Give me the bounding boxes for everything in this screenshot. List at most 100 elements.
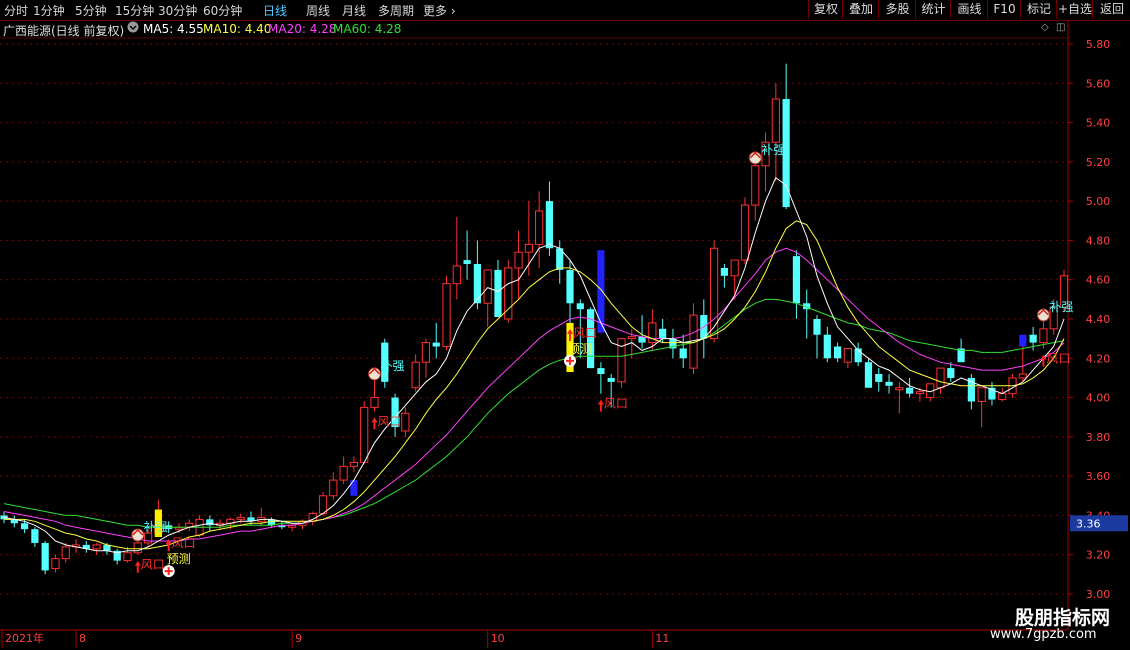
candle-body-down [607,377,615,382]
signal-bu-label: 补强 [380,359,404,373]
candle-body-down [813,319,821,335]
candle-body-down [566,269,574,304]
candle-body-down [206,519,214,526]
candle-body-up [339,465,348,481]
candle-body-up [452,265,461,285]
candle-body-up [535,210,544,245]
x-tick-label: 2021年 [5,631,44,645]
x-tick-label: 8 [79,632,86,645]
y-tick-label: 4.80 [1086,234,1111,247]
candle-body-up [92,544,101,550]
candle-body-up [1039,328,1048,344]
y-tick-label: 4.20 [1086,352,1111,365]
candle-body-down [432,342,440,347]
candle-body-up [360,406,369,463]
candle-body-down [20,523,29,530]
candle-body-down [720,267,728,276]
ma60-line [3,298,1065,528]
candle-body-down [545,201,554,249]
signal-yu-label: 预测 [167,552,191,566]
candle-body-up [51,558,60,569]
y-tick-label: 3.80 [1086,431,1111,444]
candle-body-down [576,303,584,310]
candle-body-down [41,542,49,571]
candle-body-up [483,269,492,304]
y-tick-label: 5.00 [1086,195,1111,208]
candle-body-down [473,264,481,304]
candle-body-up [915,391,925,395]
candle-body-down [947,368,955,378]
candle-body-down [1029,334,1037,343]
ma20-line [3,247,1065,542]
signal-feng-label: 风口 [1046,351,1070,365]
highlight-bar [597,250,605,333]
watermark-title: 股朋指标网 [1015,607,1111,629]
candle-body-up [843,347,852,363]
candle-body-down [864,362,873,388]
candle-body-up [349,461,359,467]
candle-body-up [524,243,533,253]
x-tick-label: 11 [655,632,669,645]
signal-feng-label: 风口 [141,558,165,572]
signal-feng-label: 风口 [604,397,628,411]
candle-body-down [875,374,883,382]
candle-body-up [318,495,328,514]
candle-body-down [494,269,502,318]
candle-body-down [823,334,831,359]
candle-body-up [730,259,739,277]
candle-body-up [1018,373,1027,379]
highlight-bar [350,480,358,496]
y-tick-label: 3.00 [1086,588,1111,601]
candle-body-up [401,412,410,432]
candle-body-up [936,367,945,389]
candle-body-down [597,368,605,374]
signal-bu-label: 补强 [144,520,168,534]
candle-body-down [833,346,842,359]
signal-feng-label: 风口 [377,414,401,428]
signal-feng-label: 风口 [172,536,196,550]
candle-body-down [679,348,687,359]
watermark-url: www.7gpzb.com [990,627,1097,642]
x-tick-label: 10 [491,632,505,645]
candle-body-up [977,387,986,402]
candle-body-up [370,397,379,408]
y-tick-label: 5.60 [1086,77,1111,90]
y-tick-label: 4.40 [1086,313,1111,326]
signal-feng-label: 风口 [573,326,597,340]
candle-body-up [627,336,636,340]
candle-body-down [885,381,893,386]
candle-body-up [442,283,451,347]
ma10-line [4,220,1065,550]
y-tick-label: 4.60 [1086,274,1111,287]
y-tick-label: 5.20 [1086,156,1111,169]
candle-body-up [751,165,760,206]
candle-body-up [998,393,1007,401]
candle-body-down [463,260,471,264]
current-price-label: 3.36 [1076,517,1101,530]
candle-body-up [895,387,904,391]
candle-body-down [792,256,801,304]
signal-yu-label: 预测 [568,342,592,356]
candle-body-up [709,247,719,340]
candle-body-up [771,98,780,143]
candlestick-chart[interactable]: 5.80 5.60 5.40 5.20 5.00 4.80 4.60 4.40 4.20 4.00… [0,0,1130,650]
y-tick-label: 5.80 [1086,38,1111,51]
x-tick-label: 9 [295,632,302,645]
candle-body-up [411,361,420,389]
candle-body-down [906,387,914,394]
candle-body-up [740,204,750,261]
candle-body-up [123,552,132,562]
candle-body-up [514,251,523,269]
candle-body-down [31,529,39,543]
candle-body-down [659,328,667,339]
ma5-line [3,176,1065,554]
y-tick-label: 5.40 [1086,117,1111,130]
signal-bu-label: 补强 [1049,300,1073,314]
candle-body-up [421,342,431,363]
y-tick-label: 3.60 [1086,470,1111,483]
candle-body-up [61,546,70,560]
y-tick-label: 4.00 [1086,392,1111,405]
candle-body-up [329,479,338,497]
candle-body-up [236,516,245,520]
signal-bu-label: 补强 [761,143,785,157]
